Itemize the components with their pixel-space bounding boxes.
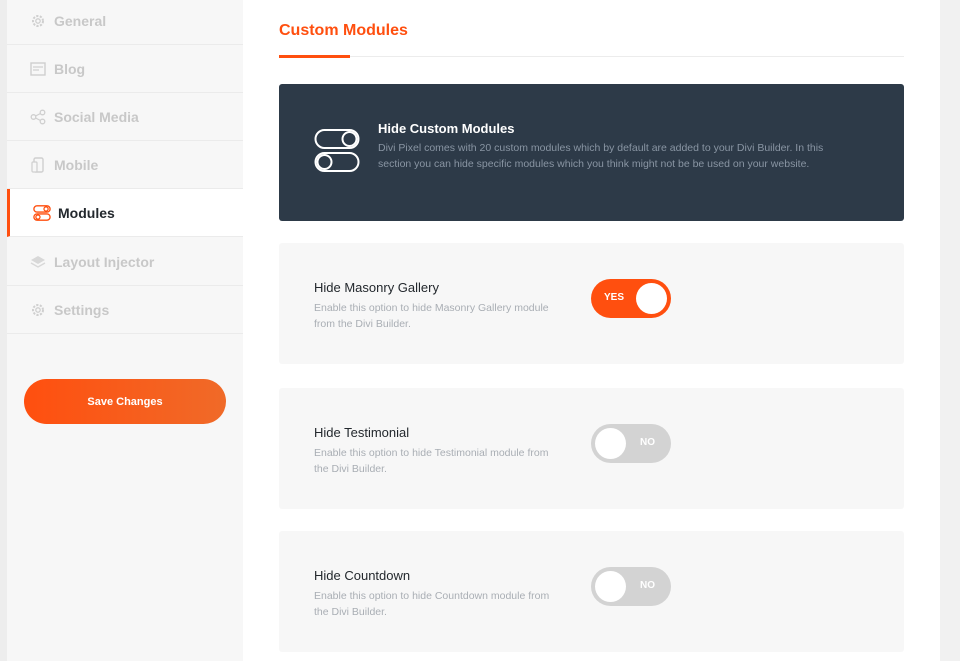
gear-icon xyxy=(29,12,47,30)
right-gutter xyxy=(940,0,960,661)
blog-icon xyxy=(29,60,47,78)
sidebar-item-label: Settings xyxy=(54,301,110,318)
option-description: Enable this option to hide Testimonial m… xyxy=(314,447,549,475)
sidebar-item-blog[interactable]: Blog xyxy=(7,45,243,93)
page-title: Custom Modules xyxy=(279,22,408,39)
sidebar-item-social-media[interactable]: Social Media xyxy=(7,93,243,141)
sidebar-item-label: Layout Injector xyxy=(54,253,155,270)
option-hide-masonry-gallery: Hide Masonry Gallery Enable this option … xyxy=(279,243,904,364)
toggle-knob xyxy=(595,428,626,459)
sidebar-item-label: Mobile xyxy=(54,156,99,173)
option-title: Hide Countdown xyxy=(314,568,411,583)
sidebar: General Blog Social Media Mobile Modules… xyxy=(7,0,243,661)
toggle-label: YES xyxy=(604,292,625,303)
option-title: Hide Testimonial xyxy=(314,425,410,440)
countdown-toggle[interactable]: NO xyxy=(591,567,671,606)
mobile-icon xyxy=(29,156,47,174)
save-changes-button[interactable]: Save Changes xyxy=(24,379,226,424)
sidebar-item-label: General xyxy=(54,12,107,29)
info-box: Hide Custom Modules Divi Pixel comes wit… xyxy=(279,84,904,221)
toggle-knob xyxy=(636,283,667,314)
sidebar-item-mobile[interactable]: Mobile xyxy=(7,141,243,189)
info-title: Hide Custom Modules xyxy=(378,121,515,136)
left-gutter xyxy=(0,0,7,661)
layers-icon xyxy=(29,253,47,271)
gear-icon xyxy=(29,301,47,319)
modules-toggle-icon xyxy=(33,204,51,222)
option-hide-countdown: Hide Countdown Enable this option to hid… xyxy=(279,531,904,652)
toggle-knob xyxy=(595,571,626,602)
sidebar-item-settings[interactable]: Settings xyxy=(7,286,243,334)
share-icon xyxy=(29,108,47,126)
toggle-label: NO xyxy=(640,580,655,591)
sidebar-item-modules[interactable]: Modules xyxy=(7,189,243,237)
sidebar-item-general[interactable]: General xyxy=(7,0,243,45)
option-description: Enable this option to hide Masonry Galle… xyxy=(314,302,549,330)
info-description: Divi Pixel comes with 20 custom modules … xyxy=(378,142,824,170)
modules-toggle-icon xyxy=(314,128,360,179)
option-title: Hide Masonry Gallery xyxy=(314,280,439,295)
option-hide-testimonial: Hide Testimonial Enable this option to h… xyxy=(279,388,904,509)
title-divider xyxy=(279,56,904,57)
option-description: Enable this option to hide Countdown mod… xyxy=(314,590,550,618)
sidebar-item-label: Modules xyxy=(58,204,115,221)
masonry-gallery-toggle[interactable]: YES xyxy=(591,279,671,318)
toggle-label: NO xyxy=(640,437,655,448)
sidebar-item-label: Blog xyxy=(54,60,86,77)
testimonial-toggle[interactable]: NO xyxy=(591,424,671,463)
sidebar-item-layout-injector[interactable]: Layout Injector xyxy=(7,238,243,286)
main-panel: Custom Modules Hide Custom Modules Divi … xyxy=(243,0,940,661)
sidebar-item-label: Social Media xyxy=(54,108,139,125)
title-accent-underline xyxy=(279,55,350,58)
